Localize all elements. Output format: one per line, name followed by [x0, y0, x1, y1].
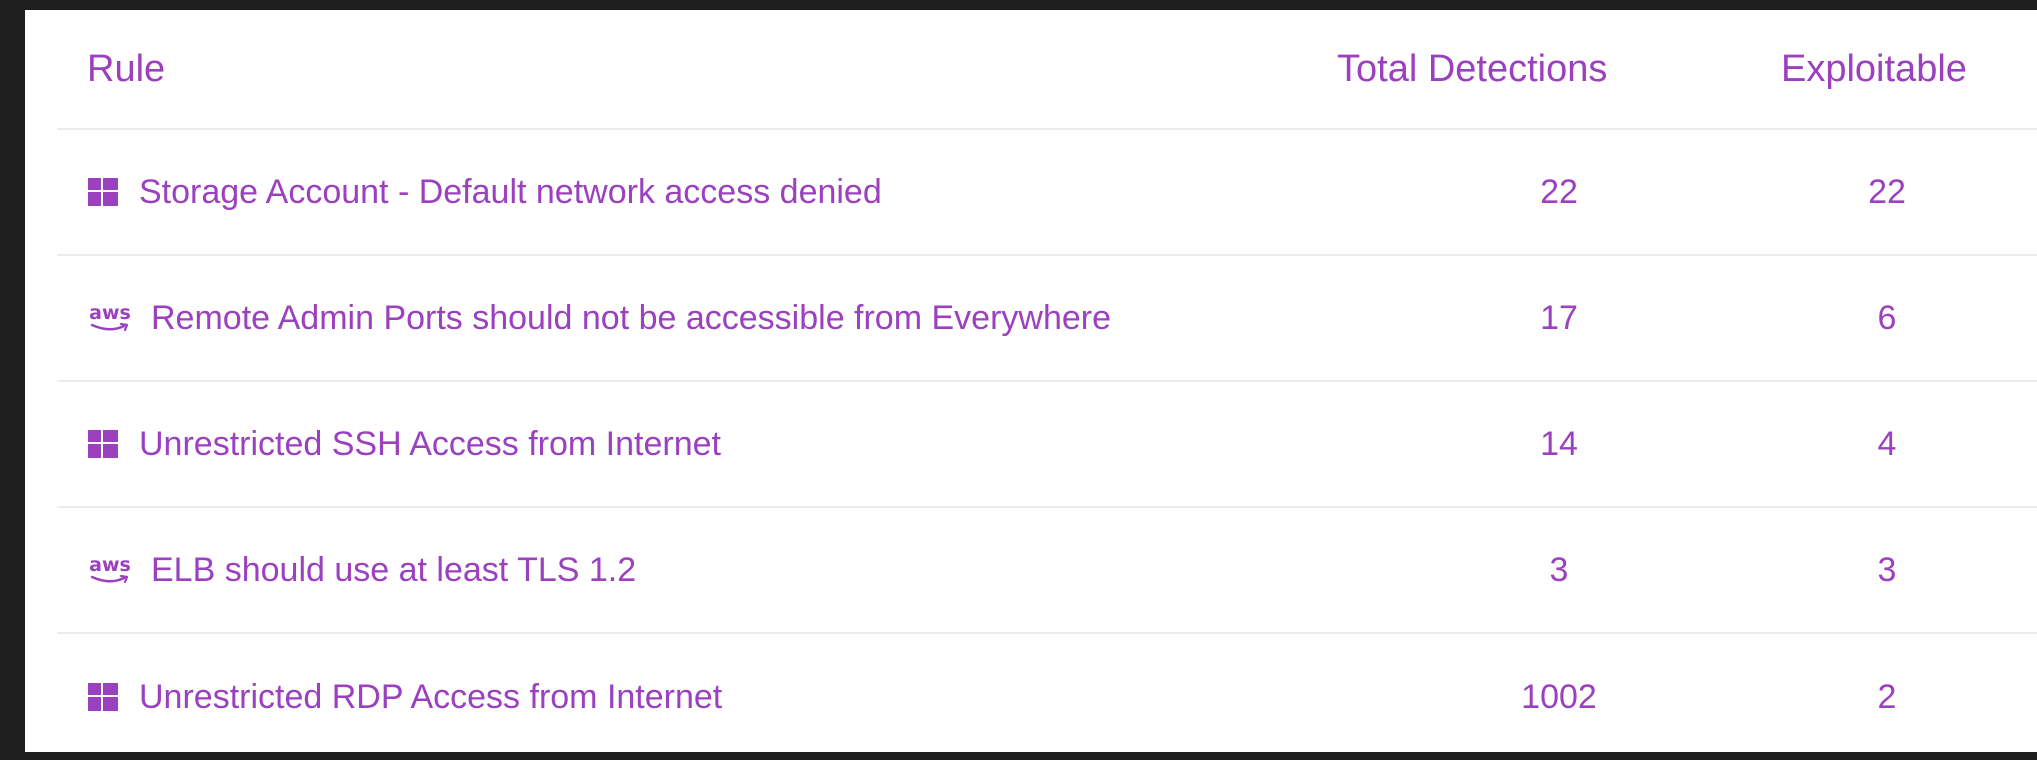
aws-smile-icon [90, 323, 129, 332]
exploitable-value: 3 [1877, 550, 1897, 589]
total-detections-value: 14 [1540, 424, 1578, 463]
rule-name[interactable]: ELB should use at least TLS 1.2 [151, 551, 636, 590]
windows-icon [87, 681, 119, 713]
exploitable-value: 2 [1877, 677, 1897, 716]
aws-smile-icon [90, 575, 129, 584]
column-header-total-detections[interactable]: Total Detections [1337, 10, 1781, 128]
rule-cell: Unrestricted SSH Access from Internet [87, 382, 721, 506]
exploitable-value: 6 [1877, 298, 1897, 337]
rule-name[interactable]: Unrestricted SSH Access from Internet [139, 425, 721, 464]
column-header-rule[interactable]: Rule [87, 10, 165, 128]
exploitable-value: 4 [1877, 424, 1897, 463]
table-row[interactable]: aws Remote Admin Ports should not be acc… [57, 256, 2037, 382]
rule-cell: aws Remote Admin Ports should not be acc… [87, 256, 1111, 380]
column-header-exploitable[interactable]: Exploitable [1781, 10, 2001, 128]
table-row[interactable]: Unrestricted RDP Access from Internet 10… [57, 634, 2037, 760]
rules-table: Rule Total Detections Exploitable Storag… [57, 10, 2037, 760]
windows-icon [87, 176, 119, 208]
aws-icon-text: aws [89, 302, 131, 324]
table-header-row: Rule Total Detections Exploitable [57, 10, 2037, 130]
table-row[interactable]: Unrestricted SSH Access from Internet 14… [57, 382, 2037, 508]
total-detections-value: 3 [1549, 550, 1569, 589]
page-frame: Rule Total Detections Exploitable Storag… [25, 10, 2037, 752]
rule-cell: aws ELB should use at least TLS 1.2 [87, 508, 636, 632]
aws-icon: aws [87, 553, 133, 587]
rule-name[interactable]: Unrestricted RDP Access from Internet [139, 678, 722, 717]
rule-name[interactable]: Remote Admin Ports should not be accessi… [151, 299, 1111, 338]
rule-cell: Unrestricted RDP Access from Internet [87, 634, 722, 760]
windows-icon [87, 428, 119, 460]
rule-name[interactable]: Storage Account - Default network access… [139, 173, 882, 212]
aws-icon: aws [87, 301, 133, 335]
total-detections-value: 17 [1540, 298, 1578, 337]
table-row[interactable]: aws ELB should use at least TLS 1.2 3 3 [57, 508, 2037, 634]
aws-icon-text: aws [89, 554, 131, 576]
rule-cell: Storage Account - Default network access… [87, 130, 882, 254]
total-detections-value: 22 [1540, 172, 1578, 211]
table-row[interactable]: Storage Account - Default network access… [57, 130, 2037, 256]
total-detections-value: 1002 [1521, 677, 1597, 716]
exploitable-value: 22 [1868, 172, 1906, 211]
